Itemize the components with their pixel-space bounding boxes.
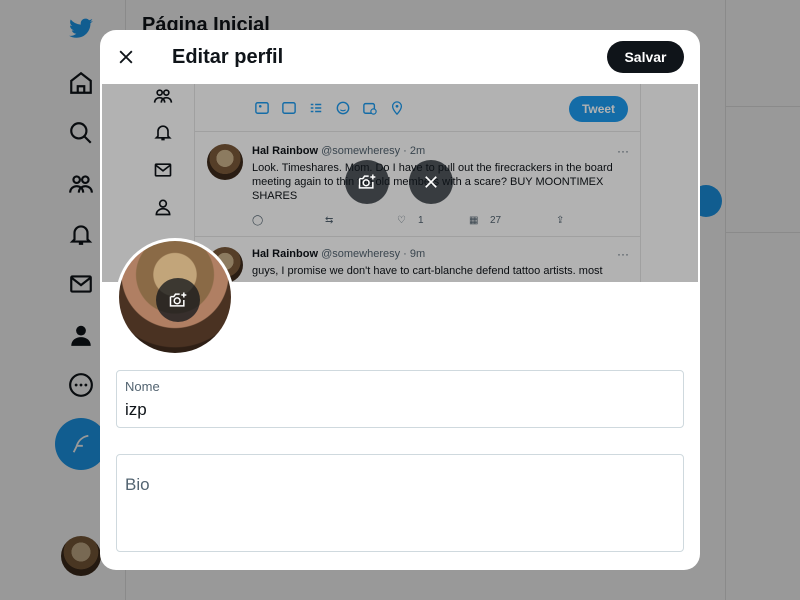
modal-title: Editar perfil (172, 46, 284, 68)
name-field[interactable]: Nome izp (116, 370, 684, 428)
profile-avatar-image (119, 241, 231, 353)
modal-header: Editar perfil Salvar (100, 30, 700, 84)
close-icon (425, 176, 437, 188)
save-button[interactable]: Salvar (607, 41, 684, 73)
name-field-value[interactable]: izp (125, 400, 147, 420)
name-field-label: Nome (125, 379, 160, 394)
avatar-add-photo-button[interactable] (156, 278, 200, 322)
banner-add-photo-button[interactable] (345, 160, 389, 204)
banner-remove-button[interactable] (409, 160, 453, 204)
edit-profile-modal: Editar perfil Salvar Tweet Hal Rainbow @… (100, 30, 700, 570)
close-icon (119, 50, 133, 64)
camera-plus-icon (358, 174, 376, 189)
bio-field[interactable]: Bio (116, 454, 684, 552)
close-button[interactable] (110, 41, 142, 73)
bio-field-placeholder: Bio (125, 475, 150, 494)
profile-avatar (116, 238, 234, 356)
camera-plus-icon (169, 292, 187, 307)
